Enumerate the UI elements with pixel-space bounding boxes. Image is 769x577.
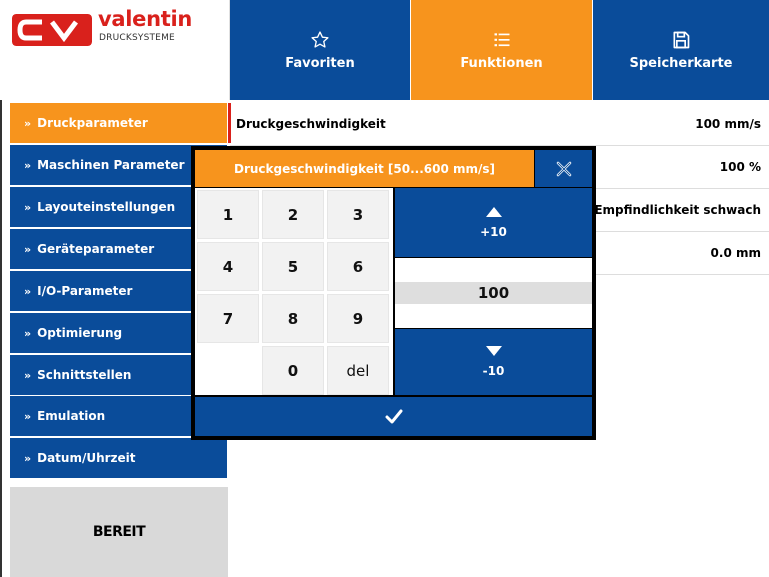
close-icon xyxy=(556,161,571,176)
list-icon xyxy=(494,32,509,46)
sidebar-item-druckparameter[interactable]: » Druckparameter xyxy=(10,103,227,143)
sidebar-item-label: Schnittstellen xyxy=(37,368,132,382)
current-value-text: 100 xyxy=(477,284,510,302)
sidebar-item-label: Emulation xyxy=(37,409,106,423)
parameter-value: 100 % xyxy=(719,160,761,174)
key-2[interactable]: 2 xyxy=(262,190,324,239)
triangle-down-icon xyxy=(485,346,502,356)
key-0[interactable]: 0 xyxy=(262,346,324,395)
chevron-double-right-icon: » xyxy=(24,451,32,465)
dialog-title: Druckgeschwindigkeit [50...600 mm/s] xyxy=(195,150,534,187)
memory-card-label: Speicherkarte xyxy=(629,55,733,71)
status-indicator: BEREIT xyxy=(10,487,228,577)
sidebar-item-label: Optimierung xyxy=(37,326,123,340)
left-edge xyxy=(0,100,10,577)
sidebar-item-label: I/O-Parameter xyxy=(37,284,133,298)
parameter-value: Empfindlichkeit schwach xyxy=(594,203,761,217)
increment-button[interactable]: +10 xyxy=(395,188,592,257)
functions-button[interactable]: Funktionen xyxy=(411,0,592,100)
chevron-double-right-icon: » xyxy=(24,284,32,298)
confirm-button[interactable] xyxy=(195,397,592,436)
key-9[interactable]: 9 xyxy=(327,294,389,343)
memory-card-button[interactable]: Speicherkarte xyxy=(593,0,769,100)
triangle-up-icon xyxy=(485,206,502,217)
sidebar-item-label: Druckparameter xyxy=(37,116,148,130)
logo-subtitle: DRUCKSYSTEME xyxy=(99,33,175,43)
logo-area: valentin DRUCKSYSTEME xyxy=(0,0,230,100)
key-delete[interactable]: del xyxy=(327,346,389,395)
chevron-double-right-icon: » xyxy=(24,116,32,130)
increment-label: +10 xyxy=(480,224,507,239)
key-4[interactable]: 4 xyxy=(197,242,259,291)
chevron-double-right-icon: » xyxy=(24,409,32,423)
star-outline-icon xyxy=(311,30,329,48)
checkmark-icon xyxy=(385,409,402,423)
dialog-close-button[interactable] xyxy=(535,150,592,187)
favorites-label: Favoriten xyxy=(285,55,355,71)
functions-label: Funktionen xyxy=(460,55,543,71)
sidebar-item-label: Maschinen Parameter xyxy=(37,158,185,172)
parameter-label: Druckgeschwindigkeit xyxy=(236,117,386,131)
key-3[interactable]: 3 xyxy=(327,190,389,239)
chevron-double-right-icon: » xyxy=(24,368,32,382)
sidebar-item-label: Layouteinstellungen xyxy=(37,200,176,214)
parameter-row[interactable]: Druckgeschwindigkeit 100 mm/s xyxy=(230,103,769,146)
sidebar-item-datum-uhrzeit[interactable]: » Datum/Uhrzeit xyxy=(10,438,227,478)
chevron-double-right-icon: » xyxy=(24,158,32,172)
chevron-double-right-icon: » xyxy=(24,326,32,340)
status-text: BEREIT xyxy=(92,524,146,540)
floppy-disk-icon xyxy=(673,31,690,48)
chevron-double-right-icon: » xyxy=(24,200,32,214)
key-6[interactable]: 6 xyxy=(327,242,389,291)
valentin-logo-mark xyxy=(12,14,92,46)
dialog-title-text: Druckgeschwindigkeit [50...600 mm/s] xyxy=(233,161,495,176)
key-1[interactable]: 1 xyxy=(197,190,259,239)
parameter-value: 100 mm/s xyxy=(695,117,761,131)
key-5[interactable]: 5 xyxy=(262,242,324,291)
current-value: 100 xyxy=(395,282,592,304)
key-8[interactable]: 8 xyxy=(262,294,324,343)
favorites-button[interactable]: Favoriten xyxy=(230,0,410,100)
sidebar-item-label: Datum/Uhrzeit xyxy=(37,451,136,465)
decrement-label: -10 xyxy=(482,364,505,378)
sidebar-item-label: Geräteparameter xyxy=(37,242,155,256)
chevron-double-right-icon: » xyxy=(24,242,32,256)
decrement-button[interactable]: -10 xyxy=(395,329,592,395)
key-empty xyxy=(197,346,259,395)
key-7[interactable]: 7 xyxy=(197,294,259,343)
logo-brand-text: valentin xyxy=(98,7,193,31)
parameter-value: 0.0 mm xyxy=(710,246,761,260)
